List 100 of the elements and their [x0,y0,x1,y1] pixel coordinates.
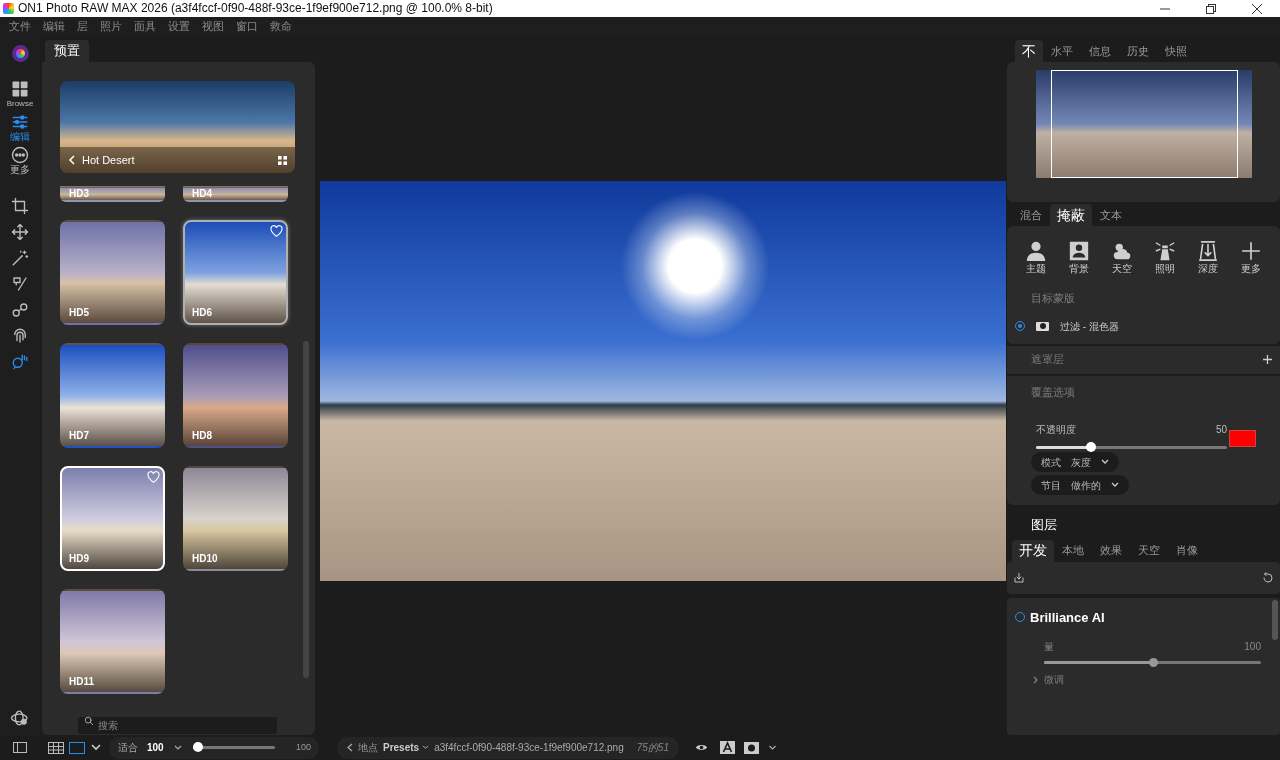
preset-tile[interactable]: HD6 [183,220,288,325]
slider-thumb[interactable] [193,742,204,752]
heart-icon[interactable] [270,225,283,237]
tab[interactable]: 预置 [45,40,89,62]
filter-title: Brilliance AI [1030,608,1105,627]
mask-tool-button[interactable]: 深度 [1189,240,1226,275]
preset-tile[interactable]: HD5 [60,220,165,325]
preset-tile[interactable]: HD10 [183,466,288,571]
scrollbar[interactable] [303,341,309,678]
heart-icon[interactable] [147,471,160,483]
back-chevron-icon[interactable] [347,743,353,752]
slider-thumb[interactable] [1086,442,1097,452]
tab[interactable]: 混合 [1012,204,1050,226]
chevron-down-icon[interactable] [173,744,182,751]
menu-item[interactable]: 救命 [270,17,292,35]
app-logo-icon [3,3,14,14]
mask-tool-button[interactable]: 更多 [1232,240,1269,275]
sliders-icon [11,113,29,131]
tab[interactable]: 掩蔽 [1050,204,1092,226]
mask-view-icon[interactable] [744,741,759,754]
mask-icon [1036,321,1049,331]
module-button[interactable]: 更多 [10,146,30,175]
tab[interactable]: 历史 [1119,40,1157,62]
tab[interactable]: 开发 [1012,539,1054,562]
menu-item[interactable]: 编辑 [43,17,65,35]
tab[interactable]: 快照 [1157,40,1195,62]
menu-item[interactable]: 照片 [100,17,122,35]
menu-item[interactable]: 设置 [168,17,190,35]
module-button[interactable]: Browse [6,80,34,109]
menu-item[interactable]: 窗口 [236,17,258,35]
zoom-hand-icon[interactable] [11,353,29,371]
menu-item[interactable]: 视图 [202,17,224,35]
depth-icon [1196,240,1219,262]
mask-tool-button[interactable]: 背景 [1061,240,1098,275]
slider-track[interactable] [1044,661,1261,664]
location-label: 地点 [358,741,378,755]
fingerprint-icon[interactable] [11,327,29,345]
menu-item[interactable]: 面具 [134,17,156,35]
disclosure-toggle[interactable]: 微调 [1033,672,1264,687]
category-banner[interactable]: Hot Desert [60,81,295,173]
folder-dropdown[interactable]: Presets [383,740,430,755]
tab[interactable]: 肖像 [1168,539,1206,562]
dropdown[interactable]: 模式 灰度 [1031,452,1119,472]
nodes-icon[interactable] [11,301,29,319]
mask-name: 过滤 - 混色器 [1060,319,1119,334]
reset-icon[interactable] [1262,571,1274,584]
maximize-icon[interactable] [1206,3,1216,14]
letter-icon[interactable] [720,741,735,754]
tab[interactable]: 天空 [1130,539,1168,562]
preset-tile[interactable]: HD7 [60,343,165,448]
preset-tile[interactable]: HD11 [60,589,165,694]
image-count: 75的51 [636,741,669,755]
slider-value: 100 [1244,640,1261,654]
import-icon[interactable] [1013,571,1025,584]
dropdown[interactable]: 节目 做作的 [1031,475,1129,495]
preset-tile[interactable]: HD9 [60,466,165,571]
tab[interactable]: 效果 [1092,539,1130,562]
chevron-down-icon [1101,459,1109,465]
scrollbar[interactable] [1272,599,1278,640]
slider-label: 量 [1044,640,1054,654]
slider-thumb[interactable] [1148,658,1158,667]
move-icon[interactable] [11,223,29,241]
section-heading: 遮罩层 [1031,352,1064,368]
mask-tool-button[interactable]: 天空 [1104,240,1141,275]
section-heading: 图层 [1031,516,1058,534]
menu-item[interactable]: 层 [77,17,88,35]
section-heading: 覆盖选项 [1031,384,1076,400]
mask-tool-button[interactable]: 照明 [1146,240,1183,275]
chevron-down-icon[interactable] [91,744,101,751]
window-title: ON1 Photo RAW MAX 2026 (a3f4fccf-0f90-488f-93ce-1f9ef900e712.png @ 100.0% 8-bit) [18,0,493,17]
tab[interactable]: 本地 [1054,539,1092,562]
module-button[interactable]: 编辑 [10,113,30,142]
mask-tool-button[interactable]: 主题 [1018,240,1055,275]
slider-label: 不透明度 [1036,423,1076,437]
close-icon[interactable] [1252,3,1262,14]
file-name: a3f4fccf-0f90-488f-93ce-1f9ef900e712.png [434,741,624,755]
crop-icon[interactable] [11,197,29,215]
tab[interactable]: 信息 [1081,40,1119,62]
menu-item[interactable]: 文件 [9,17,31,35]
preset-tile[interactable]: HD8 [183,343,288,448]
section-heading: 目标蒙版 [1031,291,1076,306]
plus-icon[interactable] [1263,355,1272,364]
single-view-icon[interactable] [69,741,85,754]
tab[interactable]: 文本 [1092,204,1130,226]
zoom-value[interactable]: 100 [147,740,164,755]
eye-icon[interactable] [695,743,708,752]
orbit-icon[interactable] [10,709,30,727]
chevron-down-icon[interactable] [768,744,777,751]
brush-icon[interactable] [11,275,29,293]
search-field[interactable]: 搜索 [78,717,277,734]
zoom-mode[interactable]: 适合 [118,740,138,755]
grid-view-icon[interactable] [48,741,64,754]
magic-wand-icon[interactable] [11,249,29,267]
color-swatch[interactable] [1229,430,1256,447]
panel-toggle-icon[interactable] [13,742,27,753]
grid-icon[interactable] [278,155,287,165]
tab[interactable]: 水平 [1043,40,1081,62]
chevron-down-icon [422,745,430,750]
tab[interactable]: 不 [1015,40,1043,62]
plus-icon [1239,240,1262,262]
